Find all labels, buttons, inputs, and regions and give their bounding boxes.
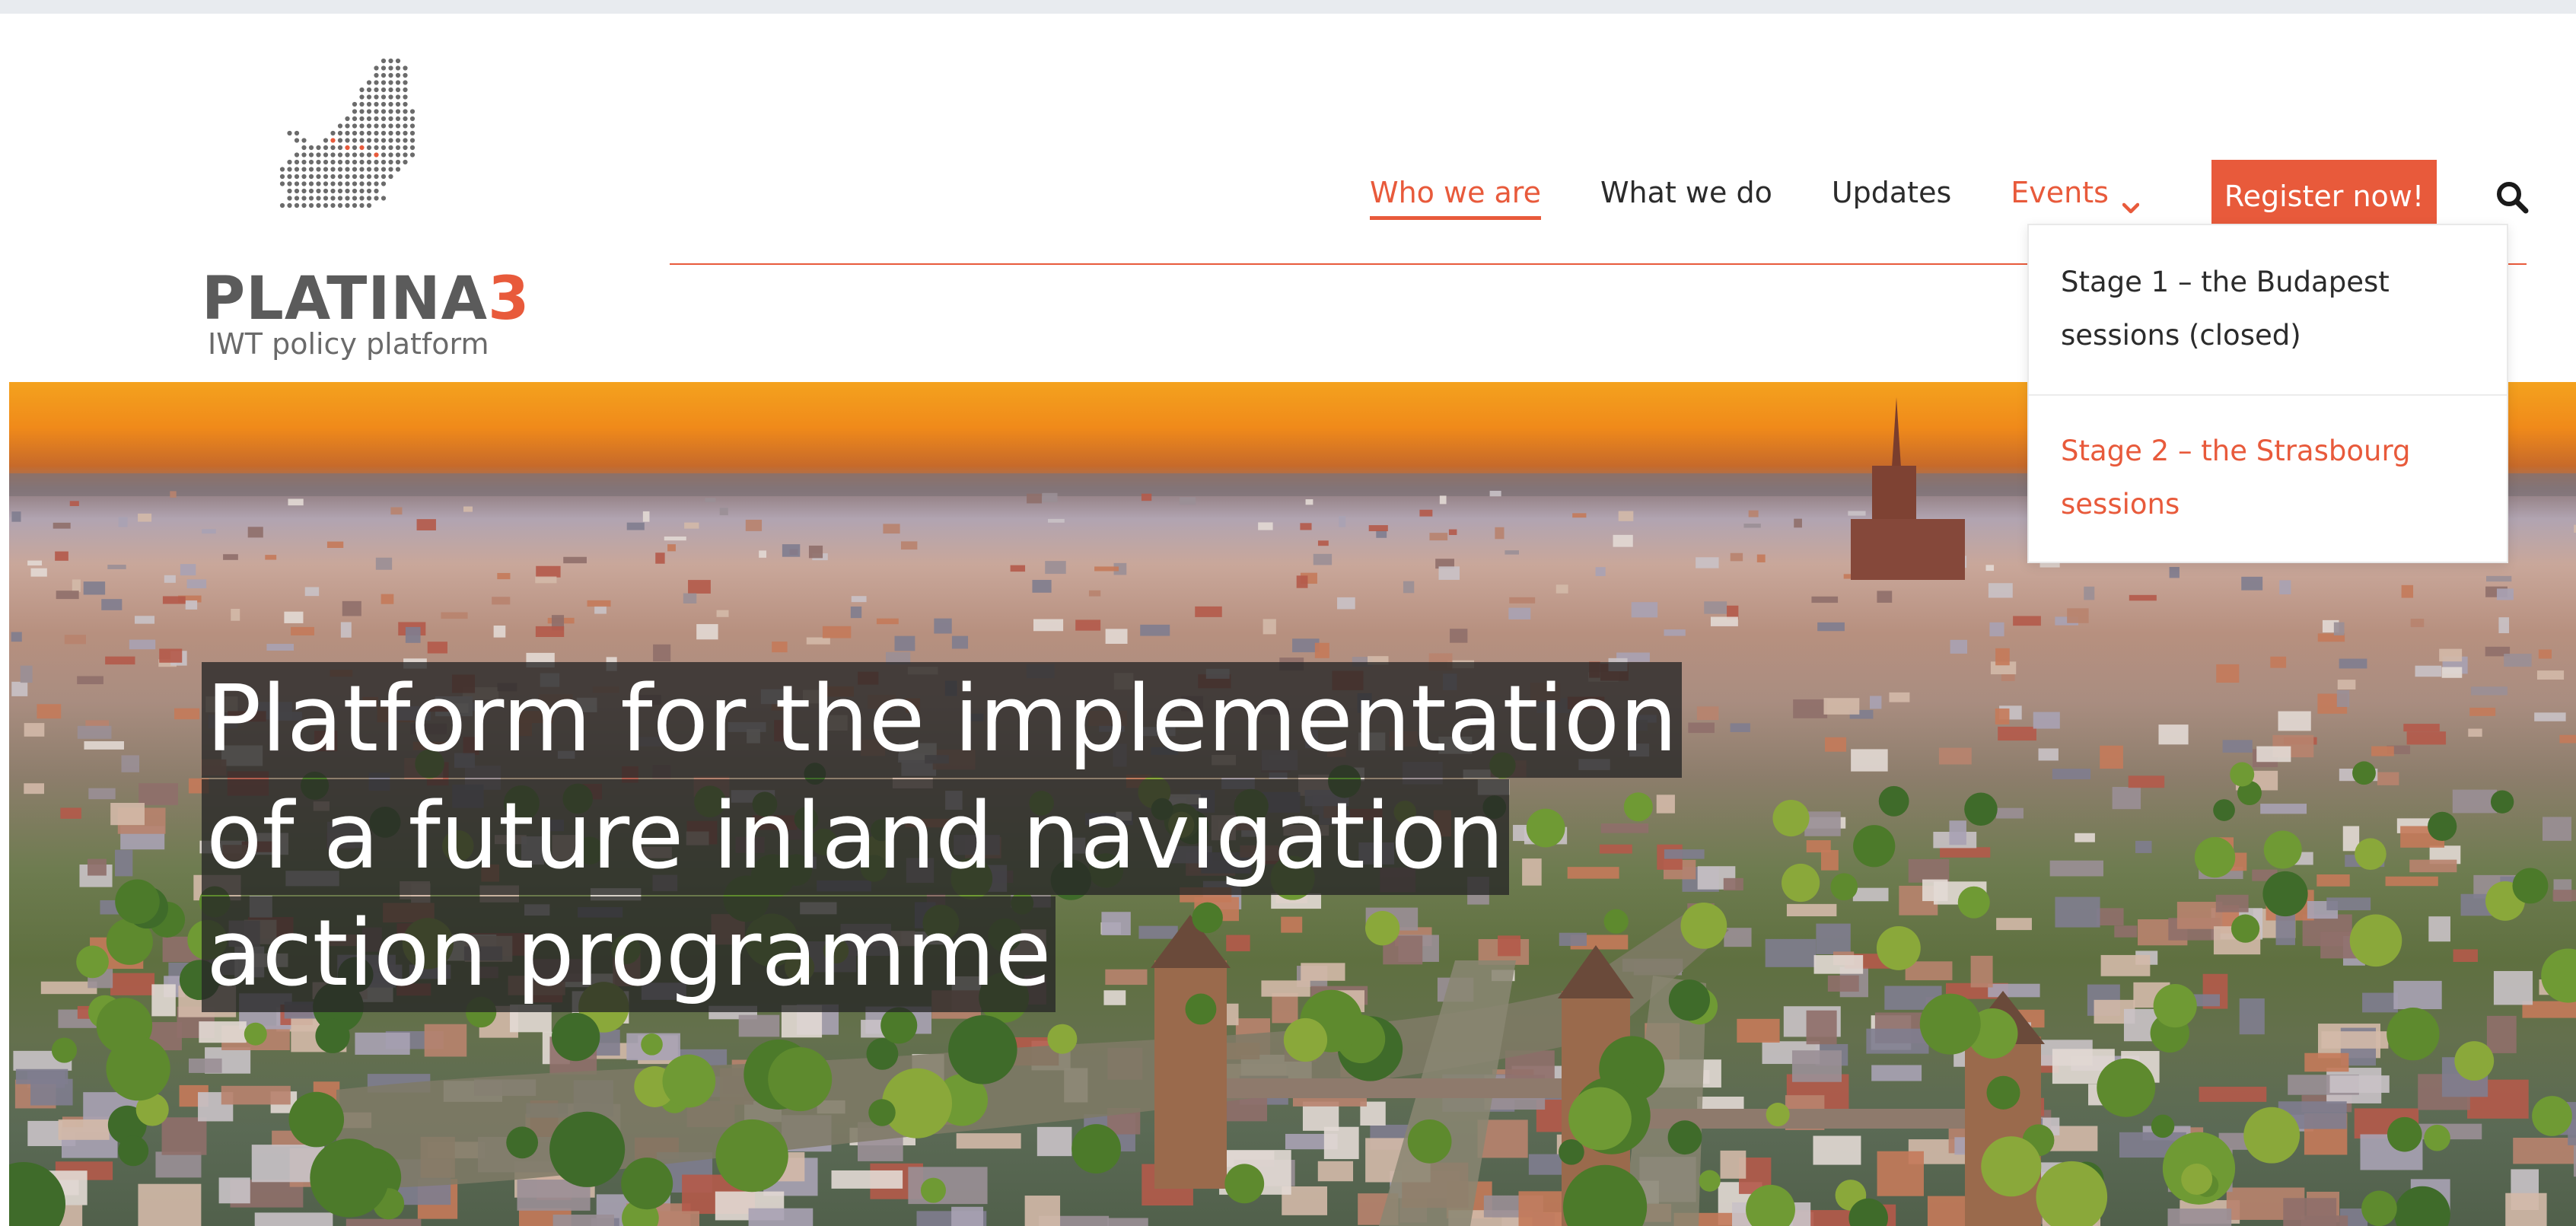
logo-tagline: IWT policy platform (208, 327, 489, 361)
headline-line: action programme (202, 896, 1056, 1012)
headline-line: of a future inland navigation (202, 779, 1509, 895)
nav-events[interactable]: Events (2011, 176, 2140, 214)
menu-item-stage-1-budapest[interactable]: Stage 1 – the Budapest sessions (closed) (2029, 256, 2507, 362)
search-icon[interactable] (2495, 180, 2530, 215)
europe-dot-map-icon (279, 58, 416, 209)
nav-events-label: Events (2011, 176, 2109, 209)
logo-wordmark: PLATINA3 (202, 265, 530, 333)
chevron-down-icon (2122, 188, 2140, 214)
main-nav: Who we are What we do Updates Events (1370, 158, 2199, 227)
top-strip (0, 0, 2576, 14)
events-dropdown-menu: Stage 1 – the Budapest sessions (closed)… (2027, 224, 2508, 563)
nav-what-we-do[interactable]: What we do (1600, 176, 1772, 209)
menu-item-stage-2-strasbourg[interactable]: Stage 2 – the Strasbourg sessions (2029, 425, 2507, 531)
menu-divider (2029, 394, 2507, 396)
headline-line: Platform for the implementation (202, 662, 1683, 778)
nav-who-we-are[interactable]: Who we are (1370, 176, 1541, 220)
nav-updates[interactable]: Updates (1832, 176, 1951, 209)
hero-headline: Platform for the implementation of a fut… (202, 662, 1800, 1014)
platina3-logo[interactable]: PLATINA3 IWT policy platform (194, 44, 529, 364)
register-now-button[interactable]: Register now! (2211, 160, 2437, 233)
